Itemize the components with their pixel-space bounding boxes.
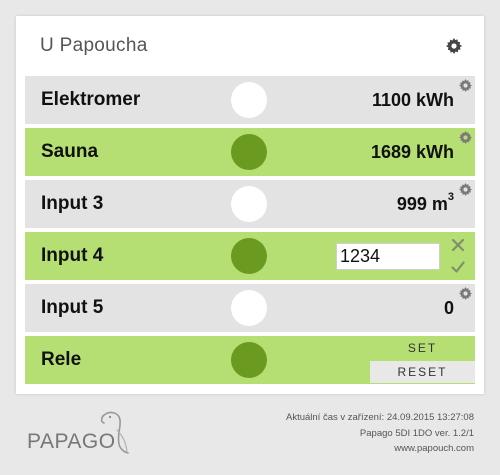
papago-logo: PAPAGO	[27, 410, 139, 458]
row-label: Elektromer	[41, 89, 141, 110]
row-label: Input 4	[41, 245, 104, 266]
gear-icon[interactable]	[459, 131, 472, 144]
gear-icon[interactable]	[459, 183, 472, 196]
logo-text: PAPAGO	[27, 430, 116, 453]
gear-icon[interactable]	[446, 38, 462, 54]
unit-superscript: 3	[447, 191, 454, 203]
row-value: 0	[443, 298, 454, 318]
device-time: Aktuální čas v zařízení: 24.09.2015 13:2…	[285, 412, 474, 423]
close-icon[interactable]	[451, 238, 465, 252]
vendor-link[interactable]: www.papouch.com	[286, 441, 474, 457]
row-value: 1100 kWh	[371, 90, 454, 110]
row-input-4: Input 4	[25, 232, 475, 280]
row-value: 999 m3	[396, 191, 454, 215]
row-label: Sauna	[41, 141, 99, 162]
status-indicator	[231, 342, 267, 378]
row-rele: Rele SET RESET	[25, 336, 475, 384]
row-input-5: Input 5 0	[25, 284, 475, 332]
status-indicator	[231, 290, 267, 326]
device-info: Aktuální čas v zařízení: 24.09.2015 13:2…	[286, 410, 474, 457]
reset-button[interactable]: RESET	[370, 361, 475, 383]
page-title: U Papoucha	[40, 35, 148, 56]
status-indicator	[231, 82, 267, 118]
row-label: Input 3	[41, 193, 104, 214]
status-indicator	[231, 186, 267, 222]
check-icon[interactable]	[451, 260, 465, 274]
row-value-number: 999 m	[396, 194, 448, 214]
device-panel: U Papoucha Elektromer 1100 kWh Sauna 168…	[16, 16, 484, 394]
row-sauna: Sauna 1689 kWh	[25, 128, 475, 176]
panel-header: U Papoucha	[16, 16, 484, 74]
gear-icon[interactable]	[459, 287, 472, 300]
set-button[interactable]: SET	[370, 337, 475, 359]
status-indicator	[231, 134, 267, 170]
value-edit-input[interactable]	[336, 243, 440, 270]
row-input-3: Input 3 999 m3	[25, 180, 475, 228]
status-indicator	[231, 238, 267, 274]
device-version: Papago 5DI 1DO ver. 1.2/1	[359, 427, 474, 439]
row-value: 1689 kWh	[370, 142, 454, 162]
row-label: Input 5	[41, 297, 104, 318]
gear-icon[interactable]	[459, 79, 472, 92]
row-elektromer: Elektromer 1100 kWh	[25, 76, 475, 124]
row-label: Rele	[41, 349, 82, 370]
